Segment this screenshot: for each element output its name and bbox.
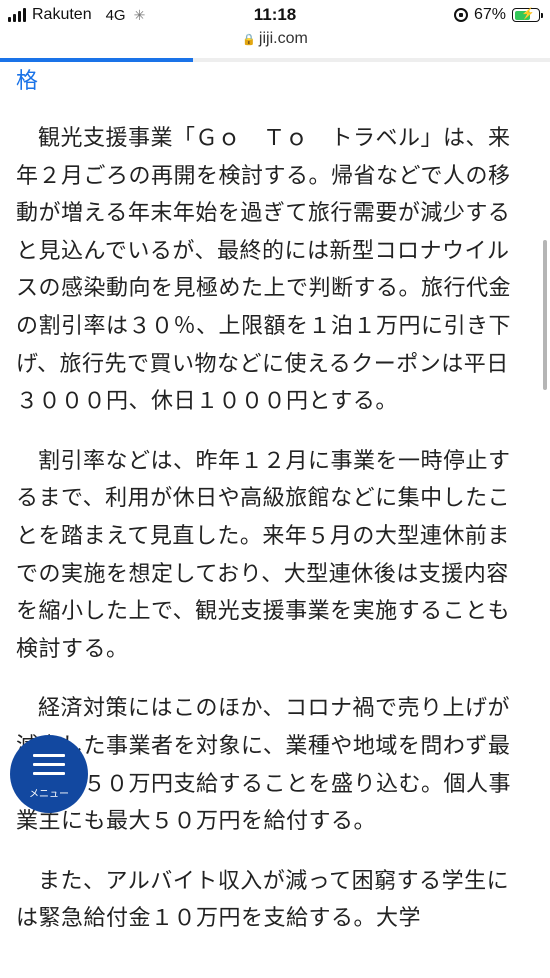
progress-fill <box>0 58 193 62</box>
menu-button-label: メニュー <box>29 789 69 800</box>
lock-icon: 🔒 <box>242 34 256 46</box>
article-body: 格 観光支援事業「Ｇｏ Ｔｏ トラベル」は、来年２月ごろの再開を検討する。帰省な… <box>16 64 516 960</box>
menu-button[interactable]: メニュー <box>10 735 88 813</box>
status-right: 67% ⚡ <box>453 6 543 24</box>
address-bar[interactable]: 🔒 jiji.com <box>0 30 550 58</box>
scrollbar[interactable] <box>543 240 547 390</box>
battery-charging-icon: ⚡ <box>512 8 543 22</box>
page-load-progress <box>0 58 550 62</box>
rotation-lock-icon <box>453 8 468 22</box>
battery-percent: 67% <box>473 6 506 23</box>
article-paragraph: 観光支援事業「Ｇｏ Ｔｏ トラベル」は、来年２月ごろの再開を検討する。帰省などで… <box>16 126 512 415</box>
previous-text-tail: 格 <box>16 69 39 94</box>
url-text: jiji.com <box>258 30 308 47</box>
charging-bolt-icon: ⚡ <box>521 8 535 20</box>
article-paragraph: 割引率などは、昨年１２月に事業を一時停止するまで、利用が休日や高級旅館などに集中… <box>16 448 511 662</box>
article-paragraph: また、アルバイト収入が減って困窮する学生には緊急給付金１０万円を支給する。大学 <box>16 868 510 932</box>
article-paragraph: 経済対策にはこのほか、コロナ禍で売り上げが減少した事業者を対象に、業種や地域を問… <box>16 696 512 835</box>
status-bar: Rakuten 4G ✳ 11:18 67% ⚡ <box>0 0 550 30</box>
hamburger-icon <box>33 754 65 781</box>
